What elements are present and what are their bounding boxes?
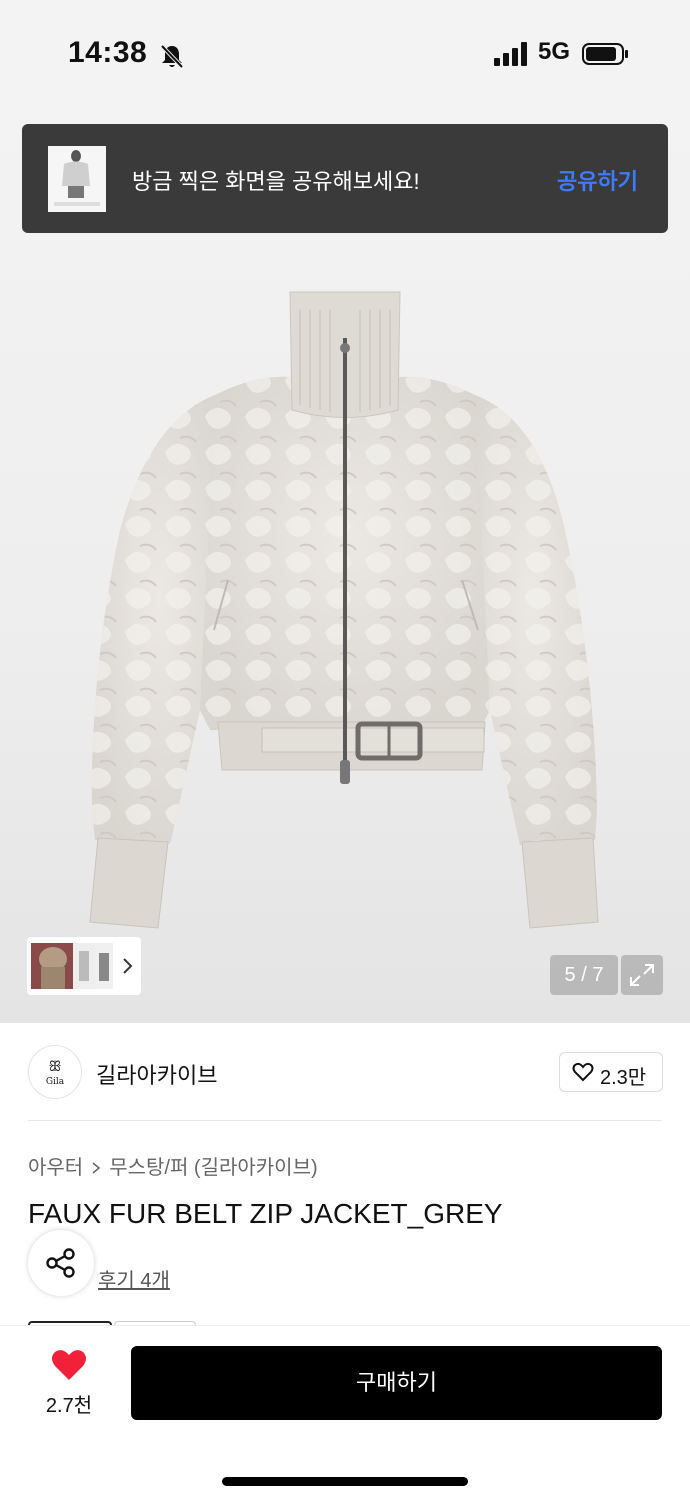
product-image-gallery[interactable]: 방금 찍은 화면을 공유해보세요! 공유하기 5 / 7 — [0, 110, 690, 1023]
status-time: 14:38 — [68, 36, 148, 69]
brand-logo[interactable]: ꕥ Gila — [28, 1045, 82, 1099]
bell-muted-icon — [160, 44, 184, 69]
breadcrumb: 아우터 무스탕/퍼 (길라아카이브) — [28, 1151, 318, 1180]
review-link[interactable]: 후기 4개 — [98, 1264, 170, 1293]
svg-text:ꕥ: ꕥ — [49, 1059, 62, 1075]
brand-like-count: 2.3만 — [600, 1067, 647, 1089]
heart-outline-icon — [572, 1062, 594, 1082]
thumbnail-1[interactable] — [31, 943, 75, 989]
screenshot-thumbnail — [48, 146, 106, 212]
brand-like-button[interactable]: 2.3만 — [559, 1052, 663, 1092]
buy-button[interactable]: 구매하기 — [131, 1346, 662, 1420]
thumbnail-3[interactable] — [95, 943, 113, 989]
toast-share-button[interactable]: 공유하기 — [557, 164, 638, 196]
chevron-right-icon[interactable] — [121, 957, 133, 975]
share-icon — [46, 1248, 75, 1278]
toast-message: 방금 찍은 화면을 공유해보세요! — [132, 169, 420, 194]
chevron-right-icon — [92, 1162, 101, 1174]
battery-icon — [582, 43, 628, 65]
brand-name[interactable]: 길라아카이브 — [96, 1058, 217, 1090]
signal-icon — [494, 42, 527, 66]
heart-filled-icon[interactable] — [50, 1348, 88, 1382]
breadcrumb-category[interactable]: 아우터 — [28, 1157, 83, 1179]
expand-icon — [630, 964, 654, 986]
network-type: 5G — [538, 38, 571, 65]
home-indicator — [222, 1477, 468, 1486]
brand-logo-text: Gila — [46, 1077, 65, 1087]
thumbnail-strip[interactable] — [27, 937, 141, 995]
favorite-count: 2.7천 — [45, 1395, 93, 1417]
share-screenshot-toast: 방금 찍은 화면을 공유해보세요! 공유하기 — [22, 124, 668, 233]
thumbnail-2[interactable] — [73, 943, 95, 989]
image-counter: 5 / 7 — [550, 955, 618, 995]
expand-button[interactable] — [621, 955, 663, 995]
product-title: FAUX FUR BELT ZIP JACKET_GREY — [28, 1198, 503, 1229]
status-bar: 14:38 5G — [0, 0, 690, 110]
divider — [28, 1120, 662, 1121]
share-button[interactable] — [28, 1230, 94, 1296]
breadcrumb-subcategory[interactable]: 무스탕/퍼 (길라아카이브) — [109, 1157, 317, 1179]
product-image — [89, 291, 599, 929]
